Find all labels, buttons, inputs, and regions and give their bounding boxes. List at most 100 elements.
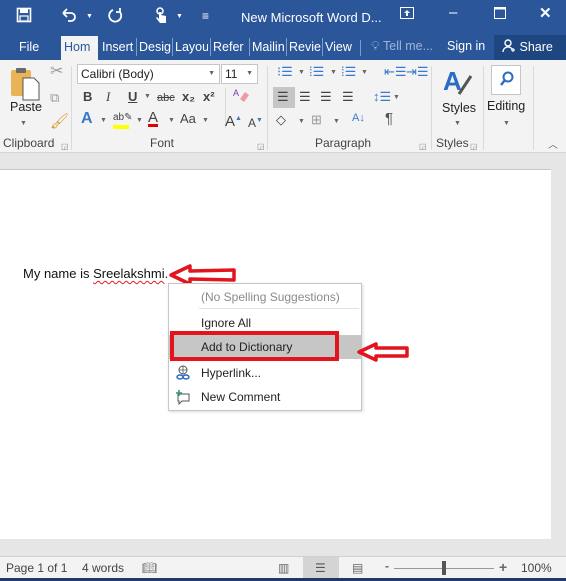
clear-formatting-icon[interactable]: A [232, 87, 250, 107]
proofing-icon[interactable]: 📖︎ [142, 561, 157, 575]
text-effects-dropdown-icon[interactable]: ▼ [100, 117, 107, 124]
maximize-icon[interactable] [494, 6, 506, 23]
new-comment-label: New Comment [201, 390, 281, 404]
change-case-button[interactable]: Aa [180, 111, 196, 127]
touch-dropdown-icon[interactable]: ▼ [176, 13, 183, 20]
minimize-icon[interactable]: – [449, 4, 457, 21]
ribbon-display-options-icon[interactable] [400, 6, 414, 23]
print-layout-button[interactable]: ☰ [303, 557, 339, 578]
font-color-dropdown-icon[interactable]: ▼ [168, 117, 175, 124]
font-name-value: Calibri (Body) [81, 67, 154, 81]
zoom-in-button[interactable]: + [499, 559, 507, 575]
numbering-dropdown-icon[interactable]: ▼ [330, 69, 337, 76]
align-left-icon: ☰ [277, 89, 289, 104]
copy-icon[interactable]: ⧉ [50, 90, 59, 106]
sign-in-link[interactable]: Sign in [447, 39, 485, 53]
paste-dropdown-icon[interactable]: ▼ [20, 120, 27, 127]
chevron-down-icon: ▼ [208, 70, 215, 77]
multilevel-dropdown-icon[interactable]: ▼ [361, 69, 368, 76]
show-formatting-button[interactable]: ¶ [385, 111, 393, 127]
annotation-arrow-menu [357, 342, 409, 362]
page-count[interactable]: Page 1 of 1 [6, 561, 67, 575]
tab-view[interactable]: View [322, 38, 358, 56]
strikethrough-button[interactable]: abc [157, 90, 175, 106]
group-separator [267, 66, 268, 150]
font-size-select[interactable]: 11 ▼ [221, 64, 258, 84]
align-left-button[interactable]: ☰ [273, 87, 295, 108]
decrease-indent-icon[interactable]: ⇤☰ [384, 64, 407, 80]
tab-mailings[interactable]: Mailin [249, 38, 285, 56]
word-count[interactable]: 4 words [82, 561, 124, 575]
redo-icon[interactable] [108, 7, 124, 28]
zoom-level[interactable]: 100% [521, 561, 552, 575]
tab-file[interactable]: File [17, 38, 41, 56]
numbering-icon[interactable]: ⁞☰ [309, 64, 324, 80]
bullets-icon[interactable]: ⁝☰ [277, 64, 293, 80]
styles-button[interactable]: Styles [442, 101, 476, 115]
menu-item-hyperlink[interactable]: Hyperlink... [169, 362, 361, 384]
document-text: My name is [23, 266, 94, 281]
borders-icon[interactable]: ⊞ [311, 112, 322, 128]
tab-design[interactable]: Desig [136, 38, 171, 56]
change-case-dropdown-icon[interactable]: ▼ [202, 117, 209, 124]
tab-layout[interactable]: Layou [172, 38, 208, 56]
zoom-slider-thumb[interactable] [442, 561, 446, 575]
underline-dropdown-icon[interactable]: ▼ [144, 93, 151, 100]
font-name-select[interactable]: Calibri (Body) ▼ [77, 64, 220, 84]
misspelled-word[interactable]: Sreelakshmi [93, 266, 165, 281]
document-paragraph[interactable]: My name is Sreelakshmi. [23, 266, 168, 281]
bold-button[interactable]: B [83, 89, 92, 105]
underline-button[interactable]: U [128, 89, 137, 105]
menu-item-new-comment[interactable]: New Comment [169, 386, 361, 408]
line-spacing-icon[interactable]: ↕☰ [373, 89, 391, 105]
superscript-button[interactable]: x² [203, 89, 215, 105]
highlight-color-icon[interactable]: ab✎ [113, 110, 133, 129]
undo-dropdown-icon[interactable]: ▼ [86, 13, 93, 20]
group-separator [533, 66, 534, 150]
shading-dropdown-icon[interactable]: ▼ [298, 118, 305, 125]
tab-review[interactable]: Revie [286, 38, 321, 56]
tab-references[interactable]: Refer [210, 38, 247, 56]
grow-font-button[interactable]: A▲ [225, 111, 242, 130]
text-effects-icon[interactable]: A [81, 111, 93, 127]
collapse-ribbon-icon[interactable]: ︿ [548, 138, 558, 154]
read-mode-icon[interactable]: ▥ [278, 561, 289, 575]
tab-insert[interactable]: Insert [100, 38, 134, 56]
font-color-icon[interactable]: A [148, 110, 158, 126]
paste-button[interactable]: Paste [10, 100, 42, 114]
customize-qat-icon[interactable]: ≡ [202, 7, 209, 25]
format-painter-icon[interactable]: 🖌︎ [50, 114, 69, 130]
sort-button[interactable]: A↓ [352, 110, 365, 126]
tell-me-box[interactable]: 💡︎ Tell me... [371, 39, 433, 54]
share-button[interactable]: Share [494, 35, 566, 60]
styles-dropdown-icon[interactable]: ▼ [454, 120, 461, 127]
align-center-icon[interactable]: ☰ [299, 89, 311, 105]
justify-icon[interactable]: ☰ [342, 89, 354, 105]
tab-home[interactable]: Hom [61, 36, 98, 60]
italic-button[interactable]: I [106, 89, 110, 105]
zoom-out-button[interactable]: - [385, 559, 389, 573]
line-spacing-dropdown-icon[interactable]: ▼ [393, 94, 400, 101]
highlight-dropdown-icon[interactable]: ▼ [136, 117, 143, 124]
styles-group-label: Styles [436, 136, 469, 150]
save-icon[interactable] [16, 7, 32, 28]
styles-icon[interactable]: A [443, 66, 473, 101]
close-icon[interactable]: ✕ [539, 4, 552, 22]
increase-indent-icon[interactable]: ⇥☰ [406, 64, 429, 80]
multilevel-list-icon[interactable]: ⁞☰ [341, 64, 356, 80]
undo-icon[interactable] [60, 7, 78, 28]
editing-search-icon[interactable] [491, 65, 521, 95]
shrink-font-button[interactable]: A▼ [248, 113, 263, 131]
editing-button[interactable]: Editing [487, 99, 525, 113]
editing-dropdown-icon[interactable]: ▼ [503, 120, 510, 127]
subscript-button[interactable]: x₂ [182, 89, 195, 105]
bullets-dropdown-icon[interactable]: ▼ [298, 69, 305, 76]
shading-icon[interactable]: ◇ [276, 112, 286, 128]
menu-separator [199, 308, 359, 309]
align-right-icon[interactable]: ☰ [320, 89, 332, 105]
touch-mode-icon[interactable] [153, 7, 169, 30]
web-layout-icon[interactable]: ▤ [352, 561, 363, 575]
cut-icon[interactable]: ✂ [50, 64, 63, 80]
paragraph-group-label: Paragraph [315, 136, 372, 150]
borders-dropdown-icon[interactable]: ▼ [333, 118, 340, 125]
